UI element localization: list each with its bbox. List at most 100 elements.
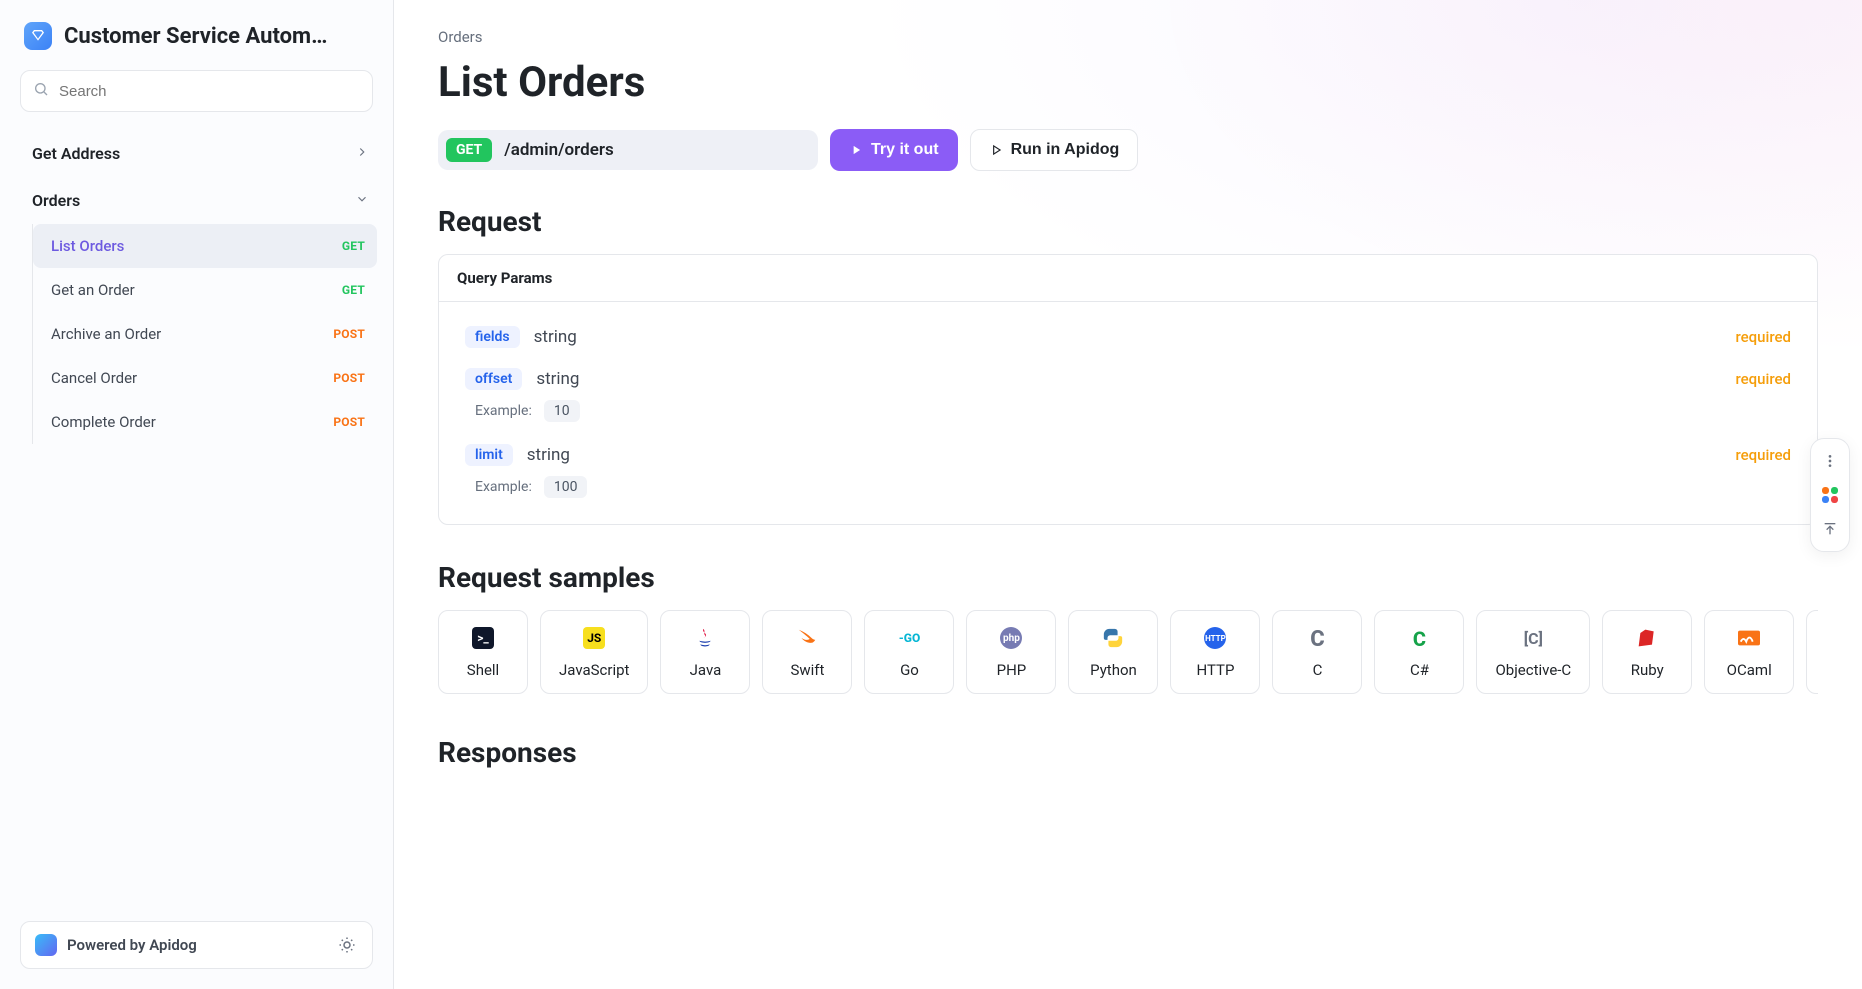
param-row: fields string required [457, 312, 1799, 354]
powered-by-row: Powered by Apidog [20, 921, 373, 969]
sample-go[interactable]: -GO Go [864, 610, 954, 694]
apps-grid-icon[interactable] [1818, 483, 1842, 507]
sample-dart[interactable]: Dart [1806, 610, 1818, 694]
breadcrumb[interactable]: Orders [438, 28, 1818, 46]
sidebar-item-list-orders[interactable]: List Orders GET [33, 224, 377, 268]
sample-label: PHP [985, 661, 1037, 679]
sample-java[interactable]: Java [660, 610, 750, 694]
java-icon [692, 625, 718, 651]
http-icon: HTTP [1202, 625, 1228, 651]
sample-swift[interactable]: Swift [762, 610, 852, 694]
python-icon [1100, 625, 1126, 651]
chevron-down-icon [355, 191, 369, 210]
button-label: Try it out [871, 141, 939, 159]
sample-label: HTTP [1189, 661, 1241, 679]
csharp-icon: C [1406, 625, 1432, 651]
sample-label: Python [1087, 661, 1139, 679]
sample-label: Objective-C [1495, 661, 1571, 679]
objective-c-icon: [C] [1520, 625, 1546, 651]
param-row: offset string required Example: 10 [457, 354, 1799, 430]
param-name: fields [465, 326, 520, 348]
sidebar-item-get-an-order[interactable]: Get an Order GET [33, 268, 377, 312]
panel-header: Query Params [439, 255, 1817, 302]
more-icon[interactable] [1818, 449, 1842, 473]
page-title: List Orders [438, 58, 1818, 107]
sample-label: Ruby [1621, 661, 1673, 679]
section-label: Get Address [32, 144, 120, 163]
sample-label: Java [679, 661, 731, 679]
method-badge: POST [333, 327, 365, 341]
section-request-samples: Request samples [438, 561, 1818, 594]
sidebar-item-archive-an-order[interactable]: Archive an Order POST [33, 312, 377, 356]
sample-csharp[interactable]: C C# [1374, 610, 1464, 694]
run-in-apidog-button[interactable]: Run in Apidog [970, 129, 1139, 171]
sidebar-item-label: Cancel Order [51, 369, 137, 387]
samples-row: >_ Shell JS JavaScript Java Swift -GO [438, 610, 1818, 700]
param-row: limit string required Example: 100 [457, 430, 1799, 506]
sidebar-nav: Get Address Orders List Orders GET Get a… [0, 126, 393, 444]
endpoint-path: /admin/orders [504, 140, 613, 160]
sidebar-section-get-address[interactable]: Get Address [24, 130, 377, 177]
sidebar-header: Customer Service Autom… [0, 18, 393, 60]
sample-ruby[interactable]: Ruby [1602, 610, 1692, 694]
button-label: Run in Apidog [1011, 141, 1120, 159]
example-value: 100 [544, 476, 588, 498]
sample-shell[interactable]: >_ Shell [438, 610, 528, 694]
ruby-icon [1634, 625, 1660, 651]
sample-objective-c[interactable]: [C] Objective-C [1476, 610, 1590, 694]
javascript-icon: JS [581, 625, 607, 651]
sample-python[interactable]: Python [1068, 610, 1158, 694]
sample-label: C# [1393, 661, 1445, 679]
example-label: Example: [475, 403, 532, 419]
sample-label: OCaml [1723, 661, 1775, 679]
app-logo-icon [24, 22, 52, 50]
search-icon [33, 81, 49, 101]
sample-php[interactable]: php PHP [966, 610, 1056, 694]
sidebar-items: List Orders GET Get an Order GET Archive… [32, 224, 377, 444]
sample-ocaml[interactable]: OCaml [1704, 610, 1794, 694]
section-label: Orders [32, 191, 80, 210]
sidebar-item-cancel-order[interactable]: Cancel Order POST [33, 356, 377, 400]
floating-rail [1810, 438, 1850, 552]
panel-body: fields string required offset string req… [439, 302, 1817, 524]
sample-label: Shell [457, 661, 509, 679]
sidebar-item-label: Complete Order [51, 413, 156, 431]
action-row: GET /admin/orders Try it out Run in Apid… [438, 129, 1818, 171]
sidebar-item-complete-order[interactable]: Complete Order POST [33, 400, 377, 444]
sidebar-item-label: Archive an Order [51, 325, 161, 343]
app-root: Customer Service Autom… Get Address Orde… [0, 0, 1862, 989]
app-title: Customer Service Autom… [64, 24, 327, 49]
method-badge: GET [342, 239, 365, 253]
sample-http[interactable]: HTTP HTTP [1170, 610, 1260, 694]
sidebar: Customer Service Autom… Get Address Orde… [0, 0, 394, 989]
sample-c[interactable]: C C [1272, 610, 1362, 694]
sample-javascript[interactable]: JS JavaScript [540, 610, 648, 694]
method-badge: POST [333, 415, 365, 429]
scroll-to-top-icon[interactable] [1818, 517, 1842, 541]
try-it-out-button[interactable]: Try it out [830, 129, 958, 171]
powered-by-brand[interactable]: Powered by Apidog [35, 934, 197, 956]
param-name: limit [465, 444, 513, 466]
powered-by-label: Powered by Apidog [67, 936, 197, 954]
method-badge: POST [333, 371, 365, 385]
sidebar-item-label: List Orders [51, 237, 124, 255]
sample-label: JavaScript [559, 661, 629, 679]
param-required: required [1735, 446, 1791, 464]
endpoint-chip[interactable]: GET /admin/orders [438, 130, 818, 170]
query-params-panel: Query Params fields string required [438, 254, 1818, 525]
search-input[interactable] [57, 82, 360, 101]
method-badge: GET [342, 283, 365, 297]
example-label: Example: [475, 479, 532, 495]
theme-toggle-button[interactable] [336, 934, 358, 956]
param-name: offset [465, 368, 522, 390]
shell-icon: >_ [470, 625, 496, 651]
main-content: Orders List Orders GET /admin/orders Try… [394, 0, 1862, 989]
chevron-right-icon [355, 144, 369, 163]
sample-label: Go [883, 661, 935, 679]
go-icon: -GO [896, 625, 922, 651]
param-type: string [527, 445, 570, 465]
sidebar-item-label: Get an Order [51, 281, 135, 299]
search-box[interactable] [20, 70, 373, 112]
sidebar-section-orders[interactable]: Orders [24, 177, 377, 224]
section-responses: Responses [438, 736, 1818, 769]
